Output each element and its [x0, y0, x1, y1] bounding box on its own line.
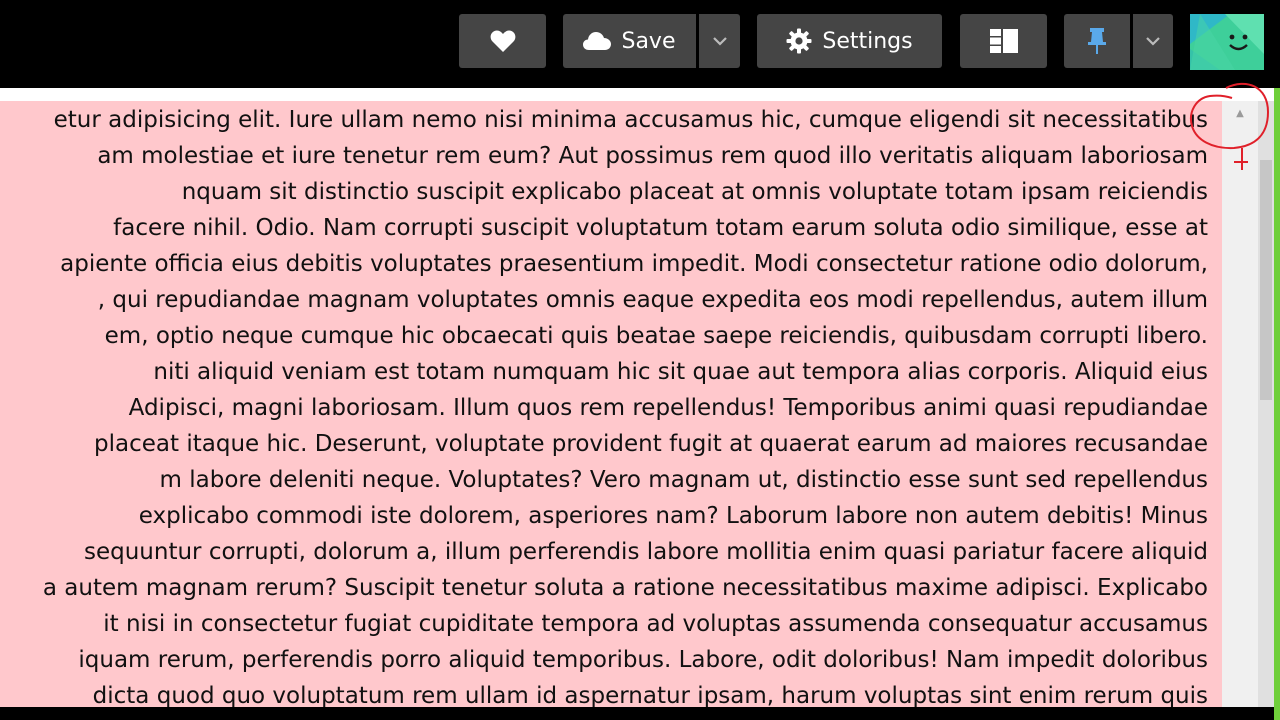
text-line: m labore deleniti neque. Voluptates? Ver…	[159, 467, 1208, 493]
text-line: iquam rerum, perferendis porro aliquid t…	[78, 647, 1208, 673]
chevron-down-icon	[1145, 36, 1161, 46]
text-line: sequuntur corrupti, dolorum a, illum per…	[84, 539, 1208, 565]
pin-icon	[1086, 27, 1108, 55]
cloud-icon	[583, 31, 612, 51]
text-line: explicabo commodi iste dolorem, asperior…	[138, 503, 1208, 529]
favorite-button[interactable]	[459, 14, 546, 68]
text-line: dicta quod quo voluptatum rem ullam id a…	[92, 683, 1208, 707]
pin-button[interactable]	[1064, 14, 1130, 68]
save-button-label: Save	[621, 28, 676, 54]
text-line: it nisi in consectetur fugiat cupiditate…	[103, 611, 1208, 637]
user-avatar[interactable]	[1190, 14, 1264, 70]
text-line: , qui repudiandae magnam voluptates omni…	[97, 287, 1208, 313]
text-line: a autem magnam rerum? Suscipit tenetur s…	[42, 575, 1208, 601]
smiley-avatar-icon	[1190, 14, 1264, 70]
save-button[interactable]: Save	[563, 14, 696, 68]
text-line: apiente officia eius debitis voluptates …	[60, 251, 1208, 277]
text-line: facere nihil. Odio. Nam corrupti suscipi…	[113, 215, 1208, 241]
settings-button-label: Settings	[822, 28, 913, 54]
outer-scrollbar-thumb[interactable]	[1260, 160, 1272, 400]
text-line: etur adipisicing elit. Iure ullam nemo n…	[53, 107, 1208, 133]
layout-button[interactable]	[960, 14, 1047, 68]
inner-scrollbar[interactable]: ▲	[1222, 101, 1258, 707]
gear-icon	[786, 28, 812, 54]
content-top-border	[0, 88, 1280, 101]
settings-button[interactable]: Settings	[757, 14, 942, 68]
scroll-up-arrow[interactable]: ▲	[1222, 107, 1258, 121]
text-line: Adipisci, magni laboriosam. Illum quos r…	[128, 395, 1208, 421]
text-line: am molestiae et iure tenetur rem eum? Au…	[97, 143, 1208, 169]
heart-icon	[490, 29, 516, 53]
text-line: placeat itaque hic. Deserunt, voluptate …	[94, 431, 1208, 457]
pin-dropdown-button[interactable]	[1133, 14, 1173, 68]
layout-icon	[989, 28, 1019, 54]
top-toolbar: Save Settings	[0, 0, 1280, 88]
text-line: em, optio neque cumque hic obcaecati qui…	[104, 323, 1208, 349]
text-content-panel: etur adipisicing elit. Iure ullam nemo n…	[0, 101, 1222, 707]
save-dropdown-button[interactable]	[699, 14, 740, 68]
text-line: niti aliquid veniam est totam numquam hi…	[153, 359, 1208, 385]
chevron-down-icon	[712, 36, 728, 46]
text-line: nquam sit distinctio suscipit explicabo …	[181, 179, 1208, 205]
window-edge	[1274, 88, 1280, 720]
bottom-bar	[0, 707, 1274, 720]
